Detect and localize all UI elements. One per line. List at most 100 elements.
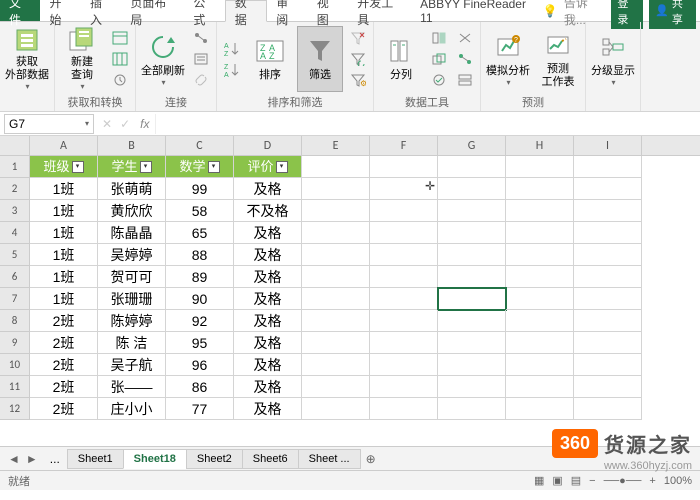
- tab-insert[interactable]: 插入: [81, 0, 121, 21]
- zoom-level[interactable]: 100%: [664, 475, 692, 487]
- col-header[interactable]: C: [166, 136, 234, 155]
- row-header[interactable]: 11: [0, 376, 30, 398]
- cell[interactable]: [574, 332, 642, 354]
- cell[interactable]: [370, 398, 438, 420]
- cell[interactable]: [438, 398, 506, 420]
- cell[interactable]: 65: [166, 222, 234, 244]
- cell[interactable]: [370, 244, 438, 266]
- tab-dev[interactable]: 开发工具: [348, 0, 411, 21]
- cell[interactable]: 及格: [234, 332, 302, 354]
- cell[interactable]: [574, 200, 642, 222]
- row-header[interactable]: 3: [0, 200, 30, 222]
- cell[interactable]: 及格: [234, 266, 302, 288]
- cell[interactable]: 89: [166, 266, 234, 288]
- cell[interactable]: 不及格: [234, 200, 302, 222]
- cell[interactable]: [302, 288, 370, 310]
- cell[interactable]: [574, 156, 642, 178]
- cell[interactable]: [438, 310, 506, 332]
- cell[interactable]: [506, 398, 574, 420]
- fx-icon[interactable]: fx: [140, 117, 149, 131]
- tab-file[interactable]: 文件: [0, 0, 40, 21]
- cell[interactable]: 陈 洁: [98, 332, 166, 354]
- cell[interactable]: [438, 178, 506, 200]
- cell[interactable]: [370, 222, 438, 244]
- connections-button[interactable]: [190, 28, 212, 48]
- cancel-icon[interactable]: ✕: [102, 117, 112, 131]
- cell[interactable]: [302, 332, 370, 354]
- cell[interactable]: 77: [166, 398, 234, 420]
- cell[interactable]: [438, 156, 506, 178]
- refresh-all-button[interactable]: 全部刷新▾: [140, 26, 186, 92]
- from-table-button[interactable]: [109, 49, 131, 69]
- clear-filter-button[interactable]: [347, 28, 369, 48]
- formula-input[interactable]: [155, 114, 700, 134]
- cell[interactable]: [438, 354, 506, 376]
- cell[interactable]: 及格: [234, 398, 302, 420]
- cell[interactable]: 贺可可: [98, 266, 166, 288]
- zoom-slider[interactable]: ──●──: [604, 475, 642, 487]
- outline-button[interactable]: 分级显示▾: [590, 26, 636, 92]
- text-to-columns-button[interactable]: 分列: [378, 26, 424, 92]
- data-validation-button[interactable]: [428, 70, 450, 90]
- col-header[interactable]: G: [438, 136, 506, 155]
- cell[interactable]: 吴婷婷: [98, 244, 166, 266]
- col-header[interactable]: B: [98, 136, 166, 155]
- cell[interactable]: 2班: [30, 398, 98, 420]
- cell[interactable]: 99: [166, 178, 234, 200]
- cell[interactable]: 58: [166, 200, 234, 222]
- sheet-tab[interactable]: Sheet6: [242, 449, 299, 469]
- prev-sheet-icon[interactable]: ◄: [8, 452, 20, 466]
- cell[interactable]: 陈晶晶: [98, 222, 166, 244]
- cell[interactable]: 张——: [98, 376, 166, 398]
- consolidate-button[interactable]: [454, 28, 476, 48]
- row-header[interactable]: 2: [0, 178, 30, 200]
- cell[interactable]: 黄欣欣: [98, 200, 166, 222]
- cell[interactable]: [302, 376, 370, 398]
- cell[interactable]: 1班: [30, 178, 98, 200]
- sheet-tab[interactable]: Sheet ...: [298, 449, 361, 469]
- cell[interactable]: 及格: [234, 354, 302, 376]
- col-header[interactable]: A: [30, 136, 98, 155]
- sheet-tab[interactable]: Sheet2: [186, 449, 243, 469]
- cell[interactable]: [302, 222, 370, 244]
- cell[interactable]: 张珊珊: [98, 288, 166, 310]
- cell[interactable]: [506, 200, 574, 222]
- filter-dropdown-icon[interactable]: ▾: [140, 161, 152, 173]
- row-header[interactable]: 10: [0, 354, 30, 376]
- select-all-corner[interactable]: [0, 136, 30, 155]
- cell[interactable]: 1班: [30, 266, 98, 288]
- cell[interactable]: 92: [166, 310, 234, 332]
- filter-dropdown-icon[interactable]: ▾: [72, 161, 84, 173]
- cell[interactable]: 2班: [30, 332, 98, 354]
- cell[interactable]: [506, 310, 574, 332]
- cell[interactable]: [438, 266, 506, 288]
- cell[interactable]: 2班: [30, 354, 98, 376]
- share-button[interactable]: 👤共享: [649, 0, 696, 29]
- cell[interactable]: 96: [166, 354, 234, 376]
- view-layout-icon[interactable]: ▣: [552, 474, 562, 487]
- table-header[interactable]: 班级▾: [30, 156, 98, 178]
- tab-home[interactable]: 开始: [40, 0, 80, 21]
- cell[interactable]: [574, 354, 642, 376]
- sheet-tab[interactable]: Sheet1: [67, 449, 124, 469]
- cell[interactable]: [506, 266, 574, 288]
- cell[interactable]: [302, 398, 370, 420]
- next-sheet-icon[interactable]: ►: [26, 452, 38, 466]
- cell[interactable]: [574, 266, 642, 288]
- zoom-out-icon[interactable]: −: [589, 475, 595, 487]
- cell[interactable]: 1班: [30, 244, 98, 266]
- col-header[interactable]: H: [506, 136, 574, 155]
- cell[interactable]: 95: [166, 332, 234, 354]
- filter-button[interactable]: 筛选: [297, 26, 343, 92]
- sort-za-button[interactable]: ZA: [221, 60, 243, 80]
- cell[interactable]: [370, 354, 438, 376]
- row-header[interactable]: 1: [0, 156, 30, 178]
- cell[interactable]: [438, 332, 506, 354]
- tab-data[interactable]: 数据: [225, 0, 267, 22]
- table-header[interactable]: 评价▾: [234, 156, 302, 178]
- cell[interactable]: 90: [166, 288, 234, 310]
- remove-duplicates-button[interactable]: [428, 49, 450, 69]
- cell[interactable]: [506, 244, 574, 266]
- properties-button[interactable]: [190, 49, 212, 69]
- row-header[interactable]: 5: [0, 244, 30, 266]
